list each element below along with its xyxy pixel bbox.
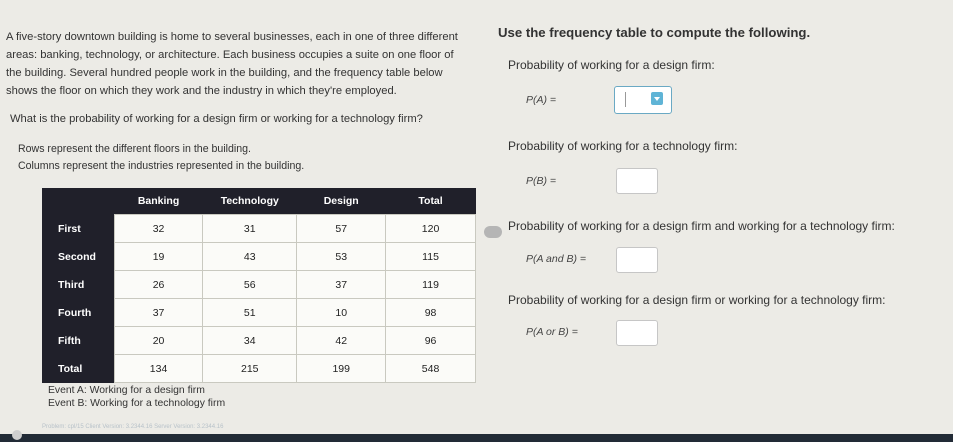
event-a: Event A: Working for a design firm xyxy=(48,385,205,396)
version-footer: Problem: cpl/15 Client Version: 3.2344.1… xyxy=(42,424,224,430)
row-header-total: Total xyxy=(42,354,115,383)
table-cell: 26 xyxy=(113,270,204,299)
cols-note: Columns represent the industries represe… xyxy=(18,160,305,172)
table-cell: 43 xyxy=(202,242,298,271)
table-row: Third 26 56 37 119 xyxy=(42,270,476,299)
text-cursor xyxy=(625,92,626,107)
table-notes: Rows represent the different floors in t… xyxy=(18,141,304,175)
col-header-design: Design xyxy=(296,188,386,215)
table-cell: 19 xyxy=(113,242,204,271)
table-cell: 34 xyxy=(202,326,298,355)
col-header-total: Total xyxy=(385,188,476,215)
table-cell: 548 xyxy=(385,354,476,383)
table-cell: 57 xyxy=(296,214,387,243)
answer-panel: Use the frequency table to compute the f… xyxy=(478,0,953,442)
instructions-heading: Use the frequency table to compute the f… xyxy=(498,25,811,40)
table-row: Total 134 215 199 548 xyxy=(42,354,476,383)
problem-question: What is the probability of working for a… xyxy=(10,113,423,125)
q3-expression: P(A and B) = xyxy=(526,253,587,265)
q1-expression: P(A) = xyxy=(526,94,557,106)
problem-intro: A five-story downtown building is home t… xyxy=(6,31,458,97)
answer-input-pa[interactable] xyxy=(614,86,672,114)
table-cell: 37 xyxy=(296,270,387,299)
frequency-table: Banking Technology Design Total First 32… xyxy=(42,188,476,383)
table-row: Fifth 20 34 42 96 xyxy=(42,326,476,355)
table-cell: 199 xyxy=(296,354,387,383)
row-header-fourth: Fourth xyxy=(42,298,115,327)
table-cell: 96 xyxy=(385,326,476,355)
panel-toggle-icon[interactable] xyxy=(484,226,502,238)
bottom-bar xyxy=(0,430,953,442)
q2-expression: P(B) = xyxy=(526,175,557,187)
table-cell: 20 xyxy=(113,326,204,355)
table-cell: 53 xyxy=(296,242,387,271)
table-row: Fourth 37 51 10 98 xyxy=(42,298,476,327)
answer-input-pa-and-b[interactable] xyxy=(616,247,658,273)
table-cell: 10 xyxy=(296,298,387,327)
rows-note: Rows represent the different floors in t… xyxy=(18,143,252,155)
q4-expression: P(A or B) = xyxy=(526,326,578,338)
col-header-banking: Banking xyxy=(114,188,203,215)
table-cell: 37 xyxy=(113,298,204,327)
table-cell: 31 xyxy=(202,214,298,243)
dropdown-icon[interactable] xyxy=(651,92,663,105)
q4-label: Probability of working for a design firm… xyxy=(508,293,886,307)
scroll-indicator-icon[interactable] xyxy=(12,430,22,440)
q1-label: Probability of working for a design firm… xyxy=(508,58,715,72)
col-header-technology: Technology xyxy=(202,188,297,215)
table-cell: 56 xyxy=(202,270,298,299)
table-cell: 134 xyxy=(113,354,204,383)
row-header-fifth: Fifth xyxy=(42,326,115,355)
q2-label: Probability of working for a technology … xyxy=(508,139,738,153)
answer-input-pb[interactable] xyxy=(616,168,658,194)
answer-input-pa-or-b[interactable] xyxy=(616,320,658,346)
table-cell: 51 xyxy=(202,298,298,327)
table-cell: 32 xyxy=(113,214,204,243)
table-cell: 98 xyxy=(385,298,476,327)
table-corner xyxy=(42,188,115,215)
table-cell: 115 xyxy=(385,242,476,271)
table-cell: 215 xyxy=(202,354,298,383)
event-b: Event B: Working for a technology firm xyxy=(48,398,226,409)
table-cell: 42 xyxy=(296,326,387,355)
problem-panel: A five-story downtown building is home t… xyxy=(6,0,476,442)
table-row: Second 19 43 53 115 xyxy=(42,242,476,271)
table-cell: 120 xyxy=(385,214,476,243)
event-definitions: Event A: Working for a design firm Event… xyxy=(48,384,225,410)
table-cell: 119 xyxy=(385,270,476,299)
table-row: First 32 31 57 120 xyxy=(42,214,476,243)
row-header-second: Second xyxy=(42,242,115,271)
row-header-first: First xyxy=(42,214,115,243)
q3-label: Probability of working for a design firm… xyxy=(508,219,895,233)
row-header-third: Third xyxy=(42,270,115,299)
